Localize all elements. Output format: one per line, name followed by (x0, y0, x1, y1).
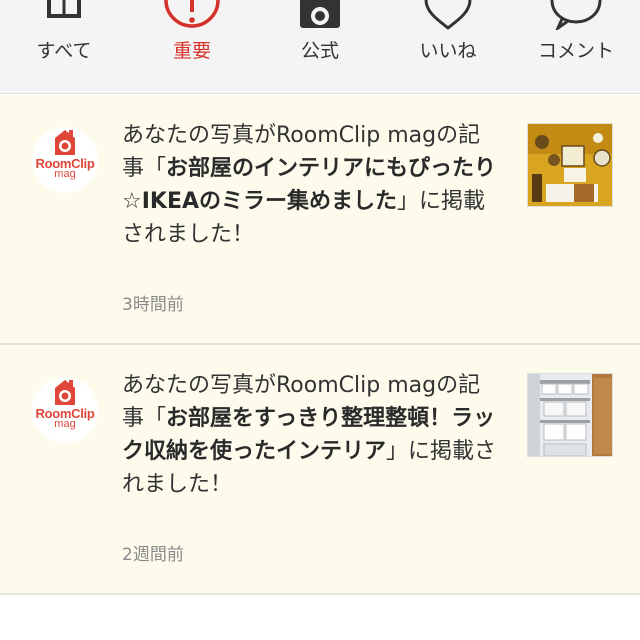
tab-likes-label: いいね (419, 40, 477, 62)
camera-icon (300, 0, 340, 28)
heart-icon (424, 0, 472, 30)
roomclip-mag-avatar[interactable]: RoomClip mag (32, 127, 98, 193)
tab-likes[interactable]: いいね (384, 0, 512, 94)
tab-all-label: すべて (36, 40, 92, 62)
yellow-room-mirrors-photo (528, 124, 612, 206)
tab-comments-label: コメント (537, 40, 614, 62)
photo-thumbnail[interactable] (527, 123, 613, 207)
alert-icon (164, 0, 220, 28)
logo-subtext: mag (54, 168, 76, 180)
notification-time: 3時間前 (122, 295, 184, 315)
house-camera-logo-icon (55, 380, 75, 405)
photo-thumbnail[interactable] (527, 373, 613, 457)
inbox-icon (47, 0, 81, 18)
speech-bubble-icon (550, 0, 602, 30)
tab-important[interactable]: 重要 (128, 0, 256, 94)
tab-comments[interactable]: コメント (512, 0, 640, 94)
house-camera-logo-icon (55, 130, 75, 155)
tab-important-label: 重要 (172, 40, 211, 62)
roomclip-mag-avatar[interactable]: RoomClip mag (32, 377, 98, 443)
tab-official-label: 公式 (300, 40, 339, 62)
logo-subtext: mag (54, 418, 76, 430)
storage-rack-photo (528, 374, 612, 456)
notification-message: あなたの写真がRoomClip magの記事「お部屋をすっきり整理整頓！ラック収… (122, 369, 502, 501)
notification-item[interactable]: RoomClip mag あなたの写真がRoomClip magの記事「お部屋を… (0, 345, 640, 595)
notification-time: 2週間前 (122, 545, 184, 565)
tab-all[interactable]: すべて (0, 0, 128, 94)
notification-message: あなたの写真がRoomClip magの記事「お部屋のインテリアにもぴったり☆I… (122, 119, 502, 251)
notification-item[interactable]: RoomClip mag あなたの写真がRoomClip magの記事「お部屋の… (0, 95, 640, 345)
tab-official[interactable]: 公式 (256, 0, 384, 94)
notification-tab-bar: すべて 重要 公式 いいね コメント (0, 0, 640, 94)
